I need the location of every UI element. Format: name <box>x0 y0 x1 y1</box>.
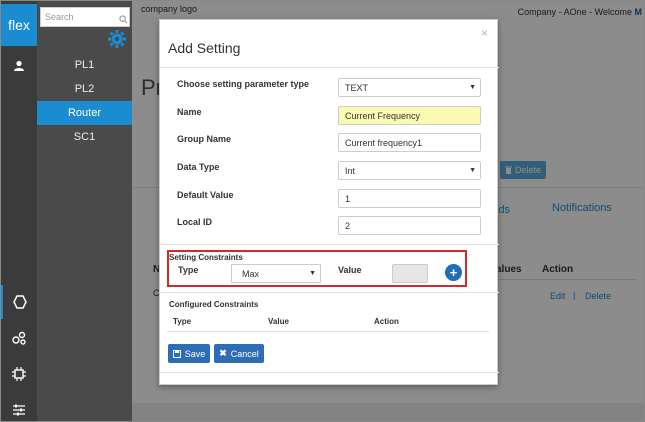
constraint-type-label: Type <box>178 265 199 275</box>
modal-divider <box>160 67 499 68</box>
chevron-down-icon: ▼ <box>469 167 476 174</box>
close-icon: ✖ <box>219 348 227 358</box>
configured-constraints-title: Configured Constraints <box>169 300 259 309</box>
chevron-down-icon: ▼ <box>469 84 476 91</box>
configured-table-divider <box>167 331 489 332</box>
nodes-icon[interactable] <box>1 321 37 355</box>
param-type-label: Choose setting parameter type <box>177 79 310 89</box>
modal-divider <box>160 292 499 293</box>
local-id-label: Local ID <box>177 217 213 227</box>
modal-divider <box>160 372 499 373</box>
sidebar-item-pl1[interactable]: PL1 <box>37 53 132 77</box>
configured-col-value: Value <box>268 317 289 326</box>
chevron-down-icon: ▼ <box>309 270 316 277</box>
sidebar-item-pl2[interactable]: PL2 <box>37 77 132 101</box>
chip-icon[interactable] <box>1 357 37 391</box>
configured-col-action: Action <box>374 317 399 326</box>
param-type-select[interactable]: TEXT ▼ <box>338 78 481 97</box>
add-setting-modal: Add Setting × Choose setting parameter t… <box>159 19 499 385</box>
name-label: Name <box>177 107 202 117</box>
close-icon[interactable]: × <box>481 26 488 40</box>
group-name-input[interactable]: Current frequency1 <box>338 133 481 152</box>
icon-bar: flex <box>1 1 37 421</box>
data-type-label: Data Type <box>177 162 220 172</box>
group-name-label: Group Name <box>177 134 232 144</box>
sliders-icon[interactable] <box>1 393 37 421</box>
data-type-select[interactable]: Int ▼ <box>338 161 481 180</box>
default-value-label: Default Value <box>177 190 234 200</box>
default-value-input[interactable]: 1 <box>338 189 481 208</box>
user-icon[interactable] <box>1 49 37 83</box>
sidebar: Search PL1 PL2 Router SC1 <box>37 1 132 421</box>
search-input[interactable]: Search <box>40 7 130 27</box>
gear-icon[interactable] <box>107 29 127 54</box>
sidebar-item-sc1[interactable]: SC1 <box>37 125 132 149</box>
constraint-value-label: Value <box>338 265 362 275</box>
modal-title: Add Setting <box>168 40 241 56</box>
configured-col-type: Type <box>173 317 192 326</box>
save-button[interactable]: Save <box>168 344 210 363</box>
hexagon-icon[interactable] <box>1 285 37 319</box>
constraint-type-select[interactable]: Max ▼ <box>231 264 321 283</box>
add-constraint-button[interactable]: + <box>445 264 462 281</box>
save-icon <box>172 349 181 358</box>
sidebar-item-router[interactable]: Router <box>37 101 132 125</box>
search-icon[interactable] <box>119 11 129 29</box>
app-frame: flex Search PL1 PL2 Router SC1 company l… <box>0 0 645 422</box>
local-id-input[interactable]: 2 <box>338 216 481 235</box>
name-input[interactable]: Current Frequency <box>338 106 481 125</box>
modal-divider <box>160 244 499 245</box>
plus-icon: + <box>449 265 458 280</box>
cancel-button[interactable]: ✖ Cancel <box>214 344 264 363</box>
constraints-title: Setting Constraints <box>169 253 243 262</box>
constraint-value-input[interactable] <box>392 264 428 283</box>
brand-logo[interactable]: flex <box>1 4 37 46</box>
